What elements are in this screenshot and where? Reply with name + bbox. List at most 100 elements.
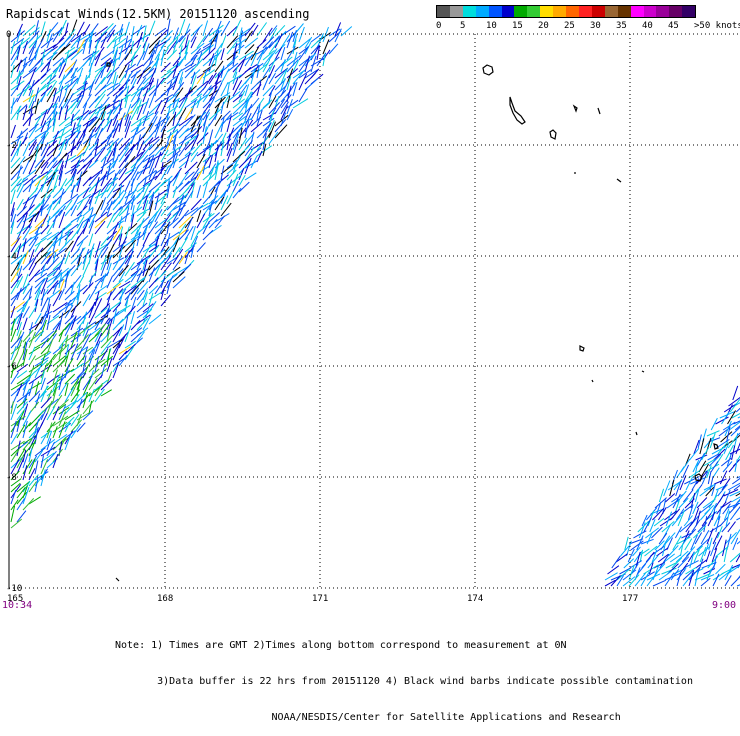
wind-barb [113,108,122,120]
wind-barb [305,56,310,72]
wind-barb [29,263,36,276]
wind-barb [155,28,166,36]
wind-barb [35,461,38,475]
wind-barb [662,521,674,532]
wind-barb [65,401,77,414]
wind-barb [730,491,740,496]
island-outline [636,432,637,435]
wind-barb [41,233,52,241]
latitude-label: -2 [6,141,17,151]
wind-barb [173,277,185,288]
wind-barb [113,120,118,132]
wind-barb [59,129,72,139]
wind-barb [89,234,93,246]
wind-barb [107,163,111,180]
wind-barb [672,558,682,568]
wind-barb [245,173,256,180]
wind-barb [29,332,42,342]
wind-barb [65,76,76,84]
wind-barb [29,497,41,504]
wind-barb [17,511,26,522]
island-outline [617,179,621,182]
time-right: 9:00 [712,600,736,611]
wind-barb [281,47,285,60]
wind-barb [233,151,245,162]
wind-barb [179,181,189,192]
wind-barb [197,214,205,228]
wind-barb [173,183,183,192]
island-outline [510,97,525,124]
wind-barb [197,243,206,252]
wind-barb [704,516,707,532]
wind-barb [690,448,699,460]
time-left: 10:34 [2,600,32,611]
wind-barb [137,82,149,96]
wind-barb [185,191,193,204]
wind-barb [700,438,704,454]
island-outline [116,578,119,581]
wind-barb [125,181,130,193]
wind-barb [23,421,27,438]
wind-barb [736,514,740,520]
wind-barb [329,44,338,54]
wind-barb [11,268,20,282]
wind-barb [729,460,739,472]
wind-barb [227,112,238,120]
wind-barb [707,431,720,436]
wind-barb [137,258,142,270]
wind-barb [29,367,34,379]
wind-barb [708,512,715,526]
wind-barb [17,184,24,198]
wind-barb [299,74,307,90]
wind-barb [11,392,18,408]
wind-barb [197,185,201,198]
wind-barb [29,160,35,174]
wind-barb [245,45,254,55]
wind-barb [233,181,239,192]
wind-barb [653,580,666,586]
wind-barb [29,391,40,402]
wind-barb [149,264,160,276]
wind-barb [41,433,47,444]
wind-barb [11,167,23,180]
wind-barb [725,575,731,586]
wind-barb [77,22,84,36]
wind-barb [281,57,292,66]
wind-barb [83,199,90,211]
wind-barb [722,412,730,424]
wind-barb [65,252,70,265]
island-outline [550,130,556,139]
wind-barb [71,262,82,276]
wind-barb [197,133,208,144]
wind-barb [11,506,15,522]
wind-barb [23,170,36,180]
wind-barb [125,223,137,234]
wind-barb [35,241,41,252]
wind-barb [23,38,33,48]
wind-barb [221,166,224,180]
wind-barb [245,31,253,42]
wind-barb [107,276,113,288]
wind-barb [257,137,268,150]
wind-barb [733,386,738,400]
wind-barb [11,125,16,138]
wind-barb [77,199,83,210]
wind-barb [179,19,185,36]
wind-barb [197,210,201,222]
latitude-label: -6 [6,362,17,372]
island-outline [642,371,644,372]
wind-barb [638,564,646,574]
wind-barb [77,60,89,72]
wind-barb [167,197,179,210]
wind-barb [101,178,112,192]
wind-barb [89,169,103,180]
wind-barb [59,117,70,126]
wind-barb [143,233,149,246]
wind-barb [119,313,131,324]
wind-barb [119,355,127,366]
wind-barb [101,37,106,49]
wind-barb [95,389,104,402]
wind-barb [65,220,75,228]
wind-barb [11,519,22,528]
wind-barb [725,490,730,502]
